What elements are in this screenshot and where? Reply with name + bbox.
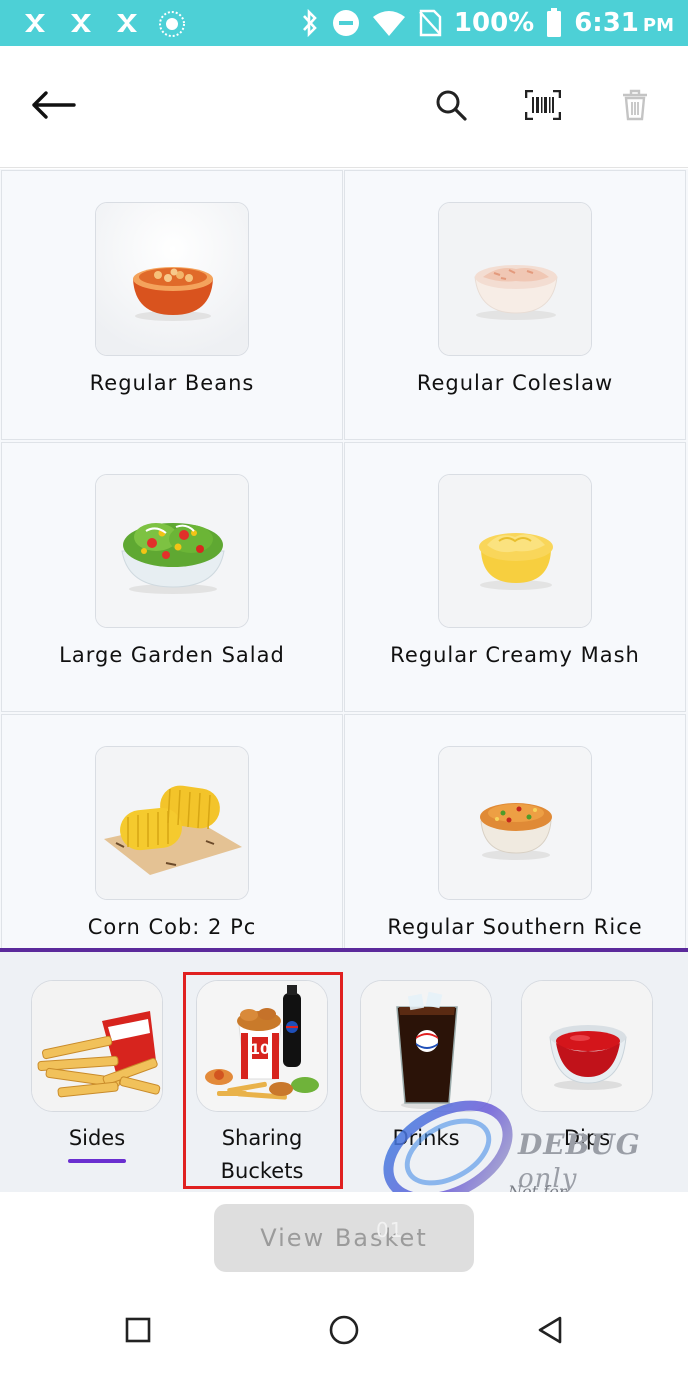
battery-icon: [546, 8, 562, 38]
system-navigation-bar: [0, 1288, 688, 1376]
rice-bowl-image: [438, 746, 592, 900]
app-notification-icon: [68, 10, 94, 36]
beans-bowl-image: [95, 202, 249, 356]
back-arrow-icon: [30, 90, 76, 124]
product-card[interactable]: Regular Beans: [1, 170, 343, 440]
basket-count-badge: 01: [376, 1218, 404, 1242]
home-circle-icon: [328, 1314, 360, 1350]
app-notification-icon: [114, 10, 140, 36]
product-name: Regular Southern Rice: [387, 915, 643, 939]
product-card[interactable]: Regular Coleslaw: [344, 170, 686, 440]
product-card[interactable]: Regular Creamy Mash: [344, 442, 686, 712]
back-button[interactable]: [25, 79, 81, 135]
product-name: Regular Creamy Mash: [390, 643, 640, 667]
back-nav-button[interactable]: [528, 1310, 572, 1354]
salad-bowl-image: [95, 474, 249, 628]
top-app-bar: [0, 46, 688, 168]
basket-bar: View Basket 01: [0, 1192, 688, 1288]
product-name: Regular Coleslaw: [416, 371, 614, 395]
product-name: Large Garden Salad: [59, 643, 285, 667]
do-not-disturb-icon: [332, 9, 360, 37]
product-grid: Regular Beans Regular Coleslaw Large Gar…: [0, 169, 688, 950]
product-card[interactable]: Regular Southern Rice: [344, 714, 686, 950]
selected-tab-indicator: [68, 1159, 126, 1163]
clear-basket-button[interactable]: [607, 79, 663, 135]
mash-bowl-image: [438, 474, 592, 628]
selected-category-highlight: [183, 972, 343, 1189]
view-basket-button[interactable]: View Basket 01: [214, 1204, 474, 1272]
barcode-icon: [524, 89, 562, 124]
corn-cob-image: [95, 746, 249, 900]
no-sim-icon: [418, 9, 442, 37]
product-card[interactable]: Large Garden Salad: [1, 442, 343, 712]
dandelion-notification-icon: [158, 10, 186, 38]
recents-square-icon: [124, 1316, 152, 1348]
product-name: Corn Cob: 2 Pc: [87, 915, 257, 939]
back-triangle-icon: [536, 1315, 564, 1349]
trash-icon: [621, 89, 649, 125]
product-card[interactable]: Corn Cob: 2 Pc: [1, 714, 343, 950]
fries-image: [31, 980, 163, 1112]
bluetooth-icon: [300, 8, 320, 38]
category-label: Sides: [68, 1126, 126, 1150]
category-sides[interactable]: Sides: [21, 952, 171, 1192]
status-bar: 100% 6:31 PM: [0, 0, 688, 46]
battery-percentage: 100%: [453, 8, 535, 38]
search-icon: [435, 89, 467, 125]
recents-button[interactable]: [116, 1310, 160, 1354]
product-name: Regular Beans: [89, 371, 255, 395]
clock: 6:31 PM: [574, 8, 674, 38]
home-button[interactable]: [322, 1310, 366, 1354]
search-button[interactable]: [423, 79, 479, 135]
coleslaw-bowl-image: [438, 202, 592, 356]
app-notification-icon: [22, 10, 48, 36]
barcode-scan-button[interactable]: [515, 79, 571, 135]
wifi-icon: [372, 9, 406, 37]
